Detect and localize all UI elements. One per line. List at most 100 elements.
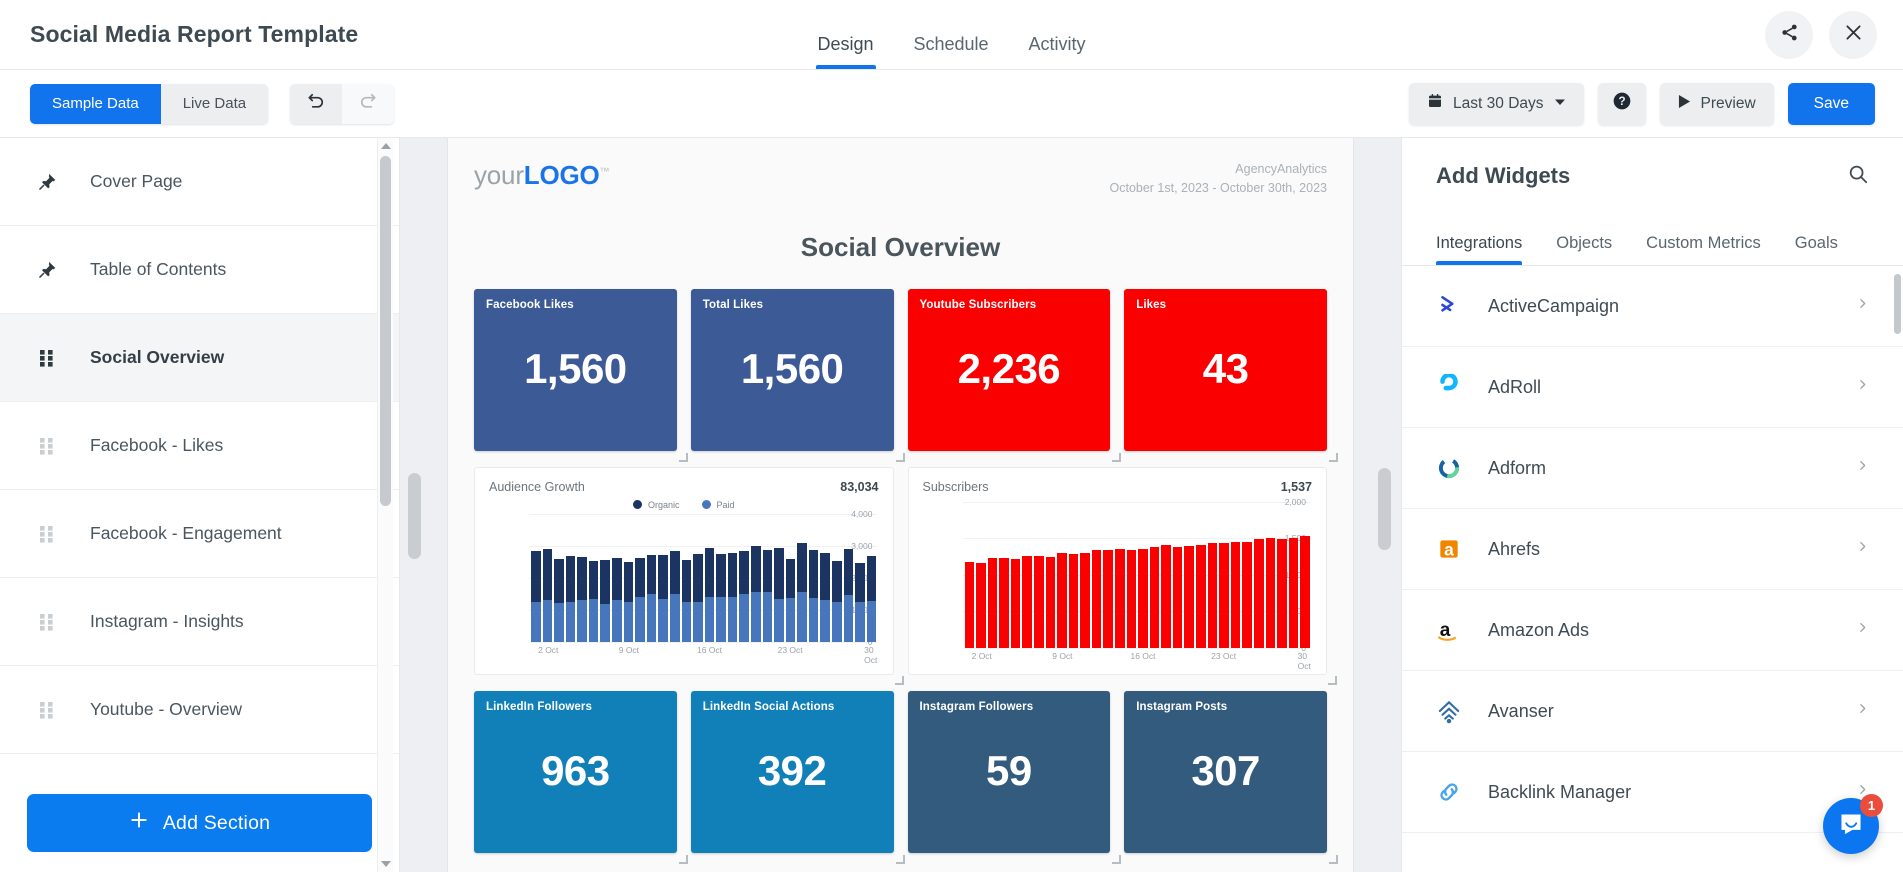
resize-handle-icon[interactable]: [1112, 854, 1122, 864]
chart-widget[interactable]: Audience Growth 83,034 Organic Paid01,0002,…: [474, 466, 904, 685]
chevron-right-icon[interactable]: [1856, 621, 1869, 639]
chart-header: Audience Growth 83,034: [489, 480, 879, 494]
chart-bar-segment: [999, 558, 1009, 648]
sidebar-item-facebook-likes[interactable]: Facebook - Likes: [0, 402, 399, 490]
resize-handle-icon[interactable]: [895, 854, 905, 864]
scroll-down-icon[interactable]: [381, 861, 391, 867]
tab-activity[interactable]: Activity: [1029, 34, 1086, 69]
redo-button[interactable]: [342, 83, 395, 124]
integration-item-activecampaign[interactable]: ActiveCampaign: [1402, 266, 1903, 347]
integration-item-adroll[interactable]: AdRoll: [1402, 347, 1903, 428]
drag-handle-icon[interactable]: [24, 436, 70, 456]
logo-trademark: ™: [599, 166, 610, 178]
widgets-scrollbar[interactable]: [1894, 266, 1901, 872]
drag-handle-icon[interactable]: [24, 348, 70, 368]
chevron-right-icon[interactable]: [1856, 297, 1869, 315]
live-data-button[interactable]: Live Data: [160, 83, 269, 124]
kpi-card[interactable]: Instagram Posts 307: [1124, 690, 1338, 864]
kpi-card[interactable]: Youtube Subscribers 2,236: [907, 288, 1122, 462]
kpi-card[interactable]: LinkedIn Followers 963: [474, 690, 688, 864]
chart-bar-segment: [976, 562, 986, 648]
tab-design[interactable]: Design: [815, 34, 876, 69]
pin-icon[interactable]: [24, 172, 70, 192]
tab-objects[interactable]: Objects: [1556, 234, 1612, 265]
integration-item-amazon-ads[interactable]: a Amazon Ads: [1402, 590, 1903, 671]
preview-button[interactable]: Preview: [1659, 82, 1774, 125]
sidebar-item-instagram-insights[interactable]: Instagram - Insights: [0, 578, 399, 666]
chart-bar-segment-paid: [588, 598, 599, 642]
kpi-card[interactable]: Instagram Followers 59: [907, 690, 1122, 864]
chart-bar: [1010, 559, 1021, 648]
kpi-card[interactable]: Total Likes 1,560: [690, 288, 905, 462]
resize-handle-icon[interactable]: [895, 452, 905, 462]
report-section-title: Social Overview: [800, 231, 1001, 262]
legend-item: Organic: [632, 500, 680, 510]
widgets-scroll-thumb[interactable]: [1894, 274, 1901, 334]
chart-bar-segment-paid: [542, 599, 553, 642]
chevron-down-icon: [1554, 95, 1566, 113]
sidebar-item-social-overview[interactable]: Social Overview: [0, 314, 399, 402]
share-button[interactable]: [1765, 10, 1813, 59]
undo-button[interactable]: [290, 83, 343, 124]
kpi-card[interactable]: Facebook Likes 1,560: [474, 288, 688, 462]
save-button[interactable]: Save: [1787, 82, 1875, 125]
intercom-chat-button[interactable]: 1: [1823, 794, 1883, 854]
kpi-card[interactable]: Likes 43: [1124, 288, 1338, 462]
chart-bar: [1115, 548, 1125, 648]
sidebar-item-youtube-overview[interactable]: Youtube - Overview: [0, 666, 399, 754]
canvas-scrollbar-left[interactable]: [408, 138, 421, 872]
resize-handle-icon[interactable]: [678, 854, 688, 864]
resize-handle-icon[interactable]: [1328, 675, 1337, 685]
date-range-picker[interactable]: Last 30 Days: [1409, 82, 1584, 125]
chart-bar-segment-paid: [866, 600, 877, 642]
sidebar-item-table-of-contents[interactable]: Table of Contents: [0, 226, 399, 314]
resize-handle-icon[interactable]: [894, 675, 904, 685]
chart-bar: [704, 547, 715, 642]
chevron-right-icon[interactable]: [1856, 459, 1869, 477]
resize-handle-icon[interactable]: [1112, 452, 1122, 462]
tab-schedule[interactable]: Schedule: [913, 34, 988, 69]
chevron-right-icon[interactable]: [1856, 378, 1869, 396]
chart-bar-segment-organic: [774, 548, 784, 599]
chart-widget[interactable]: Subscribers 1,537 05001,0001,5002,0002 Oct…: [907, 466, 1337, 685]
scroll-up-icon[interactable]: [381, 143, 391, 149]
tab-integrations[interactable]: Integrations: [1436, 234, 1523, 265]
add-section-button[interactable]: Add Section: [27, 794, 372, 852]
legend-color-swatch: [632, 500, 642, 509]
integration-item-avanser[interactable]: Avanser: [1402, 671, 1903, 752]
tab-custom-metrics[interactable]: Custom Metrics: [1646, 234, 1761, 265]
sidebar-item-label: Youtube - Overview: [90, 699, 243, 719]
chart-bar-segment-organic: [727, 552, 738, 598]
sidebar-item-cover-page[interactable]: Cover Page: [0, 138, 399, 226]
sidebar-scroll-thumb[interactable]: [380, 156, 391, 506]
widgets-tabs: Integrations Objects Custom Metrics Goals: [1402, 214, 1903, 266]
resize-handle-icon[interactable]: [678, 452, 688, 462]
sidebar-item-facebook-engagement[interactable]: Facebook - Engagement: [0, 490, 399, 578]
chevron-right-icon[interactable]: [1856, 702, 1869, 720]
drag-handle-icon[interactable]: [24, 524, 70, 544]
drag-handle-icon[interactable]: [24, 612, 70, 632]
chart-bar-segment-organic: [704, 547, 715, 598]
canvas-scroll-thumb-right[interactable]: [1378, 468, 1391, 550]
chart-bar-segment-organic: [600, 559, 611, 604]
chart-bar: [1300, 535, 1310, 648]
sidebar-scrollbar[interactable]: [377, 138, 393, 872]
widget-search-button[interactable]: [1847, 163, 1869, 190]
sample-data-button[interactable]: Sample Data: [30, 83, 161, 124]
canvas-scroll-thumb-left[interactable]: [408, 473, 421, 559]
close-button[interactable]: [1829, 10, 1877, 59]
integration-item-ahrefs[interactable]: a Ahrefs: [1402, 509, 1903, 590]
integration-item-adform[interactable]: Adform: [1402, 428, 1903, 509]
kpi-row-bottom: LinkedIn Followers 963 LinkedIn Social Act…: [474, 690, 1338, 864]
pin-icon[interactable]: [24, 260, 70, 280]
chart-x-tick-label: 30 Oct: [1297, 650, 1311, 671]
chart-bar: [669, 550, 680, 642]
resize-handle-icon[interactable]: [1329, 854, 1338, 864]
help-button[interactable]: ?: [1597, 82, 1646, 125]
kpi-card[interactable]: LinkedIn Social Actions 392: [690, 690, 905, 864]
resize-handle-icon[interactable]: [1329, 452, 1338, 462]
tab-goals[interactable]: Goals: [1795, 234, 1838, 265]
chart-bar-segment-organic: [808, 550, 819, 599]
chevron-right-icon[interactable]: [1856, 540, 1869, 558]
drag-handle-icon[interactable]: [24, 700, 70, 720]
